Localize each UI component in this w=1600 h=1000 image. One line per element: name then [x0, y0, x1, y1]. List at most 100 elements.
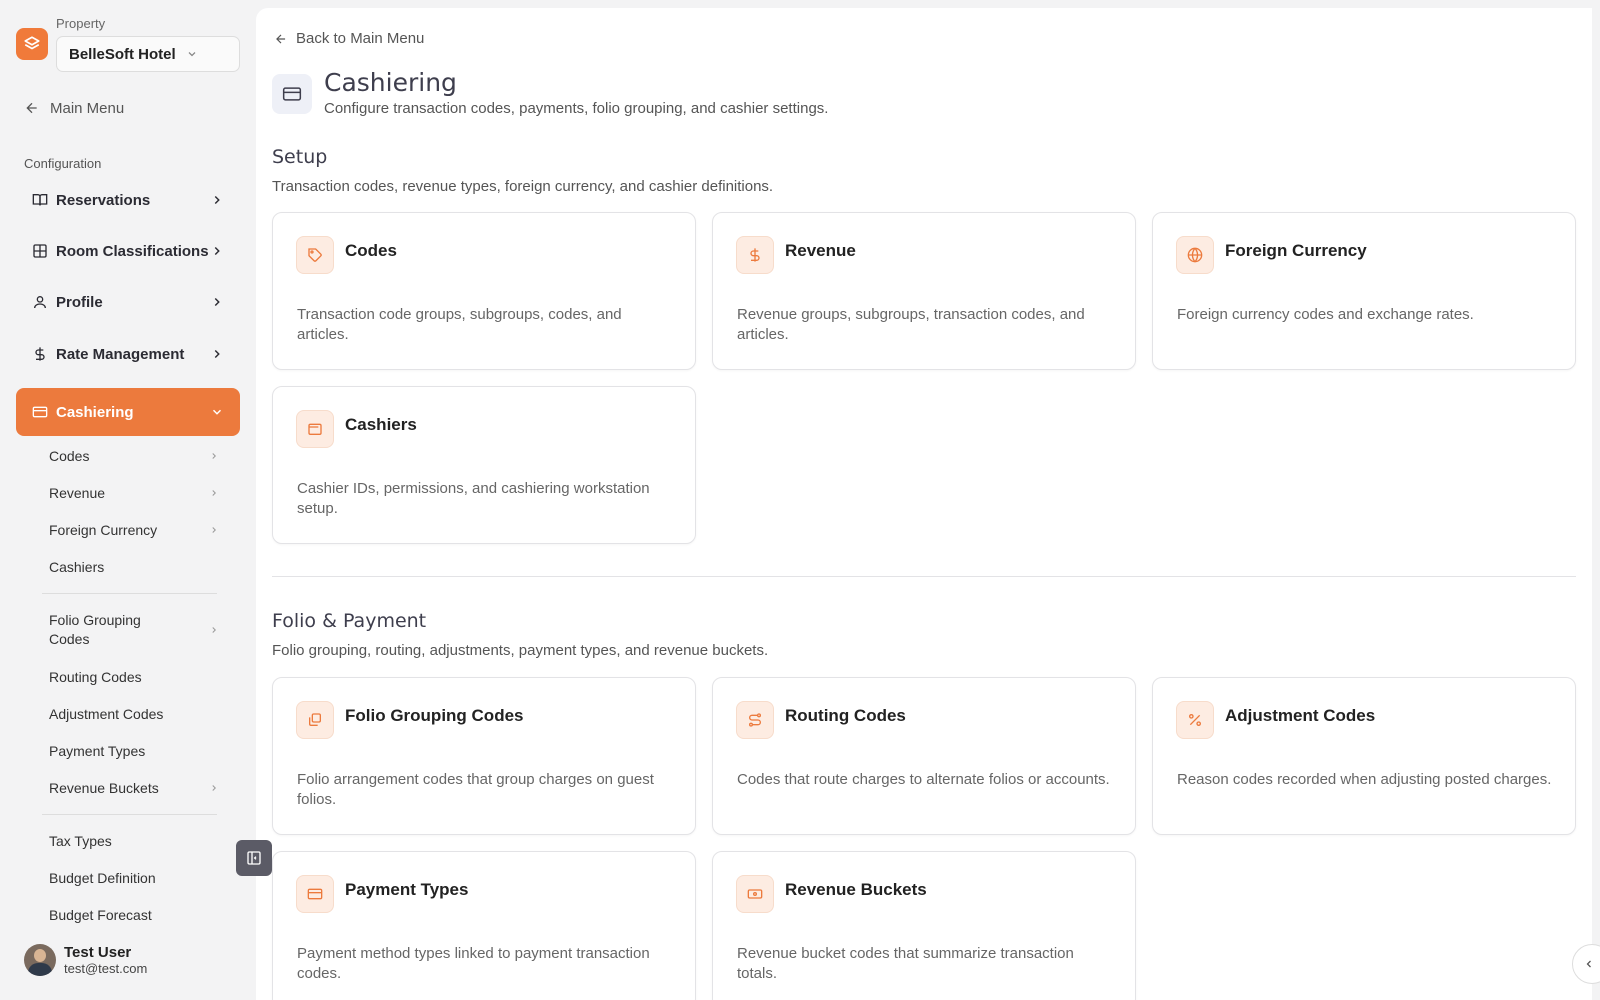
card-description: Transaction code groups, subgroups, code… [297, 306, 622, 343]
sub-item-label: Adjustment Codes [49, 705, 164, 722]
dollar-icon [736, 236, 774, 274]
card-description: Revenue bucket codes that summarize tran… [737, 945, 1074, 982]
sub-item-budget-definition[interactable]: Budget Definition [49, 868, 219, 888]
card-title: Folio Grouping Codes [345, 706, 524, 725]
banknote-icon [736, 875, 774, 913]
chevron-right-icon [214, 297, 220, 307]
card-icon [296, 875, 334, 913]
sub-item-payment-types[interactable]: Payment Types [49, 741, 219, 761]
sub-item-adjustment-codes[interactable]: Adjustment Codes [49, 704, 219, 724]
sub-item-tax-types[interactable]: Tax Types [49, 831, 219, 851]
nav-item-reservations[interactable]: Reservations [16, 184, 240, 216]
sub-item-label: Codes [49, 447, 90, 464]
card-description: Revenue groups, subgroups, transaction c… [737, 306, 1085, 343]
card-title: Routing Codes [785, 706, 906, 725]
card-revenue-buckets[interactable]: Revenue Buckets Revenue bucket codes tha… [712, 851, 1136, 1000]
property-value: BelleSoft Hotel [69, 45, 176, 63]
nav-label: Reservations [56, 191, 151, 209]
section-title-setup: Setup [272, 146, 328, 168]
card-title: Payment Types [345, 880, 469, 899]
nav-label: Room Classifications [56, 242, 209, 260]
nav-item-room-classifications[interactable]: Room Classifications [16, 230, 240, 272]
chevron-down-icon [212, 409, 222, 415]
nav-label: Cashiering [56, 403, 134, 421]
sub-item-label: Cashiers [49, 558, 105, 575]
sub-item-label: Revenue [49, 484, 106, 501]
card-codes[interactable]: Codes Transaction code groups, subgroups… [272, 212, 696, 370]
card-title: Codes [345, 241, 397, 260]
sub-item-cashiers[interactable]: Cashiers [49, 557, 219, 577]
card-description: Folio arrangement codes that group charg… [297, 771, 654, 808]
sub-item-label: Tax Types [49, 832, 112, 849]
user-profile[interactable]: Test User test@test.com [24, 944, 147, 976]
sub-item-revenue[interactable]: Revenue [49, 483, 219, 503]
card-adjustment-codes[interactable]: Adjustment Codes Reason codes recorded w… [1152, 677, 1576, 835]
card-title: Revenue Buckets [785, 880, 927, 899]
sub-item-label: Budget Forecast [49, 906, 152, 923]
card-title: Adjustment Codes [1225, 706, 1376, 725]
nav-label: Rate Management [56, 345, 185, 363]
route-icon [736, 701, 774, 739]
property-select[interactable]: BelleSoft Hotel [56, 36, 240, 72]
back-link[interactable]: Back to Main Menu [274, 30, 424, 47]
divider [42, 814, 217, 815]
card-payment-types[interactable]: Payment Types Payment method types linke… [272, 851, 696, 1000]
main-menu-link[interactable]: Main Menu [24, 96, 124, 120]
nav-label: Profile [56, 293, 103, 311]
avatar [24, 944, 56, 976]
nav-item-profile[interactable]: Profile [16, 286, 240, 318]
page-subtitle: Configure transaction codes, payments, f… [324, 100, 829, 117]
nav-item-cashiering[interactable]: Cashiering [16, 388, 240, 436]
percent-icon [1176, 701, 1214, 739]
chevron-right-icon [212, 627, 216, 633]
card-description: Codes that route charges to alternate fo… [737, 771, 1110, 788]
sub-item-revenue-buckets[interactable]: Revenue Buckets [49, 778, 219, 798]
chevron-right-icon [214, 195, 220, 205]
sub-item-folio-grouping-codes[interactable]: Folio Grouping Codes [49, 610, 219, 650]
main-menu-label: Main Menu [50, 99, 125, 117]
card-description: Foreign currency codes and exchange rate… [1177, 306, 1474, 323]
card-foreign-currency[interactable]: Foreign Currency Foreign currency codes … [1152, 212, 1576, 370]
sub-item-routing-codes[interactable]: Routing Codes [49, 667, 219, 687]
card-title: Revenue [785, 241, 856, 260]
card-description: Reason codes recorded when adjusting pos… [1177, 771, 1552, 788]
card-title: Cashiers [345, 415, 417, 434]
card-title: Foreign Currency [1225, 241, 1367, 260]
sub-item-label: Payment Types [49, 742, 146, 759]
sub-item-foreign-currency[interactable]: Foreign Currency [49, 520, 219, 540]
sub-item-budget-forecast[interactable]: Budget Forecast [49, 905, 219, 925]
card-icon [272, 74, 312, 114]
divider [42, 593, 217, 594]
card-routing-codes[interactable]: Routing Codes Codes that route charges t… [712, 677, 1136, 835]
book-icon [32, 194, 48, 206]
user-email: test@test.com [64, 961, 148, 976]
section-label-configuration: Configuration [24, 156, 102, 171]
sub-item-label: Budget Definition [49, 869, 156, 886]
card-folio-grouping-codes[interactable]: Folio Grouping Codes Folio arrangement c… [272, 677, 696, 835]
tag-icon [296, 236, 334, 274]
dollar-icon [35, 347, 45, 361]
back-label: Back to Main Menu [296, 30, 425, 47]
sub-item-label: Foreign Currency [49, 521, 158, 538]
grid-icon [33, 244, 47, 258]
sub-item-label: Revenue Buckets [49, 779, 159, 796]
nav-item-rate-management[interactable]: Rate Management [16, 338, 240, 370]
arrow-left-icon [26, 102, 37, 114]
sub-item-codes[interactable]: Codes [49, 446, 219, 466]
chevron-left-icon [1586, 960, 1591, 968]
sub-item-label: Routing Codes [49, 668, 142, 685]
chevron-right-icon [212, 490, 216, 496]
card-description: Payment method types linked to payment t… [297, 945, 650, 982]
panel-left-icon [247, 851, 261, 865]
chevron-right-icon [214, 246, 220, 256]
chevron-right-icon [212, 527, 216, 533]
collapse-sidebar-button[interactable] [236, 840, 272, 876]
chevron-right-icon [212, 453, 216, 459]
card-description: Cashier IDs, permissions, and cashiering… [297, 480, 650, 517]
sidebar: Property BelleSoft Hotel Main Menu Confi… [0, 0, 255, 1000]
user-icon [34, 296, 46, 309]
app-logo-icon [16, 28, 48, 60]
chevron-right-icon [214, 349, 220, 359]
card-cashiers[interactable]: Cashiers Cashier IDs, permissions, and c… [272, 386, 696, 544]
card-revenue[interactable]: Revenue Revenue groups, subgroups, trans… [712, 212, 1136, 370]
